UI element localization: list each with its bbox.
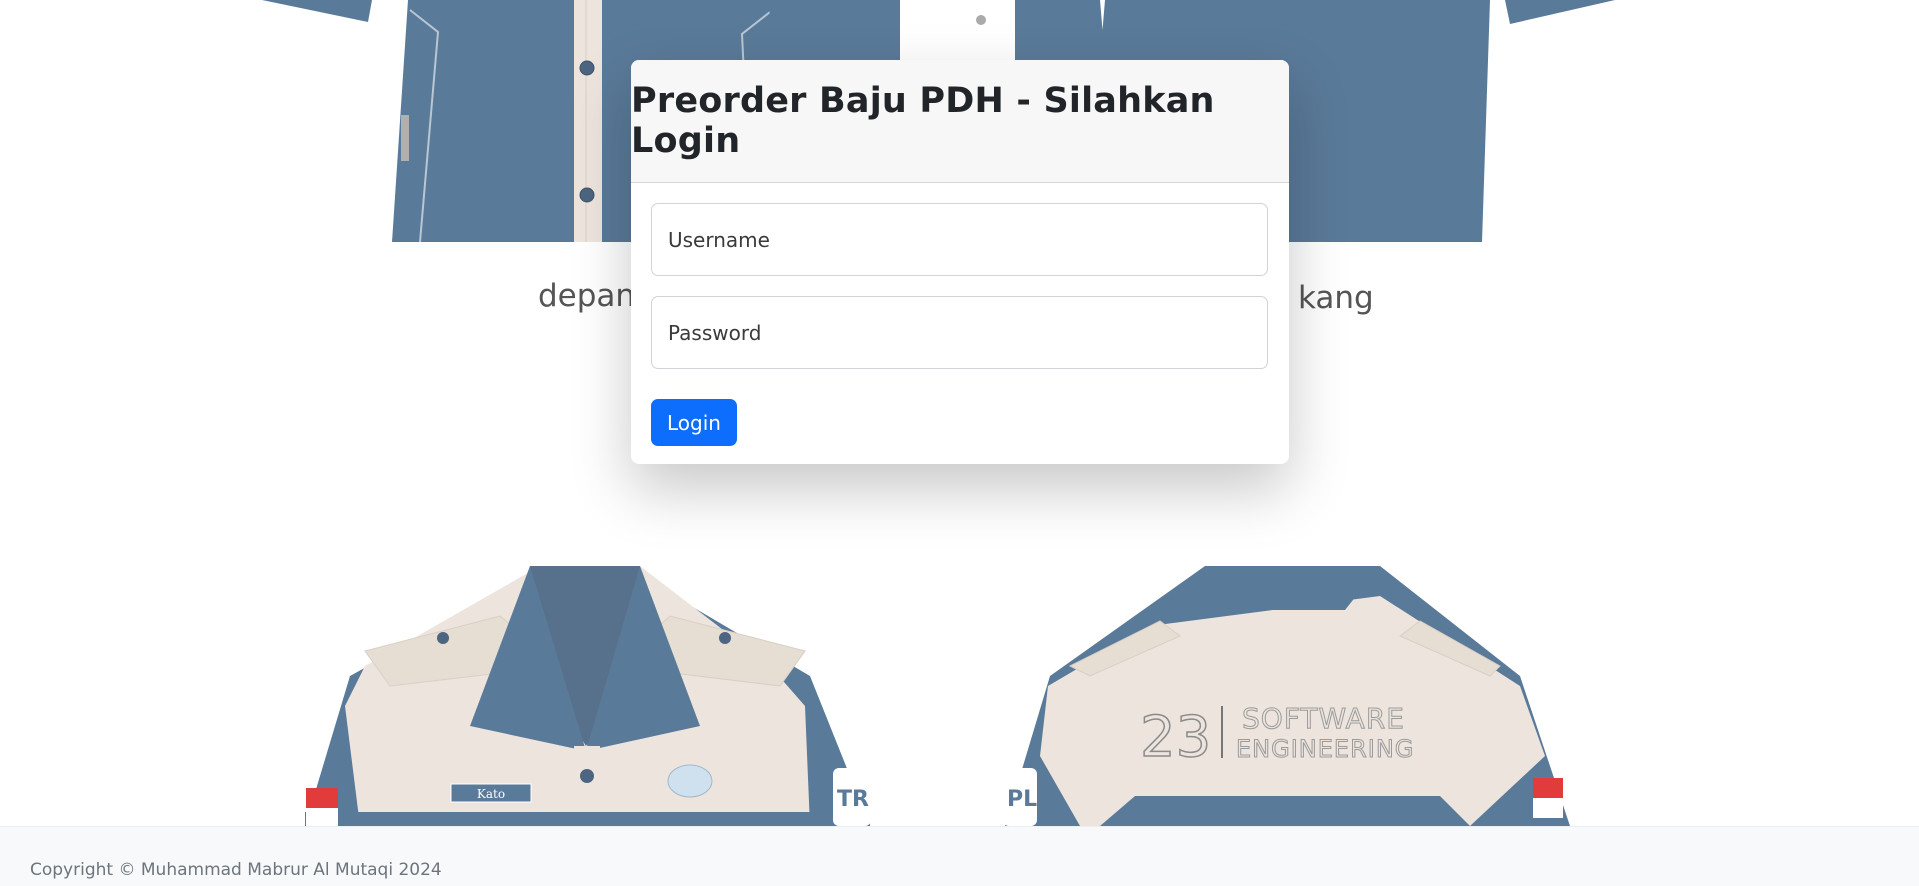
password-input[interactable] — [651, 296, 1268, 369]
shirt-bottom-preview-image: Kato TR 23 SOFTWARE ENGINEERING PL — [305, 566, 1570, 826]
login-card: Preorder Baju PDH - Silahkan Login Login — [631, 60, 1289, 464]
login-title: Preorder Baju PDH - Silahkan Login — [631, 81, 1215, 161]
back-view-caption: kang — [1298, 280, 1374, 316]
copyright-text: Copyright © Muhammad Mabrur Al Mutaqi 20… — [30, 860, 442, 880]
back-print-line2: ENGINEERING — [1236, 735, 1414, 763]
svg-text:TR: TR — [837, 787, 869, 812]
login-form: Login — [631, 183, 1289, 464]
back-print-number: 23 — [1140, 705, 1211, 770]
svg-text:PL: PL — [1007, 787, 1037, 812]
login-card-header: Preorder Baju PDH - Silahkan Login — [631, 60, 1289, 183]
username-input[interactable] — [651, 203, 1268, 276]
name-tag-text: Kato — [477, 787, 505, 801]
back-print-line1: SOFTWARE — [1242, 702, 1405, 735]
login-button[interactable]: Login — [651, 399, 737, 446]
front-view-caption: depan — [538, 278, 635, 314]
footer: Copyright © Muhammad Mabrur Al Mutaqi 20… — [0, 826, 1919, 886]
